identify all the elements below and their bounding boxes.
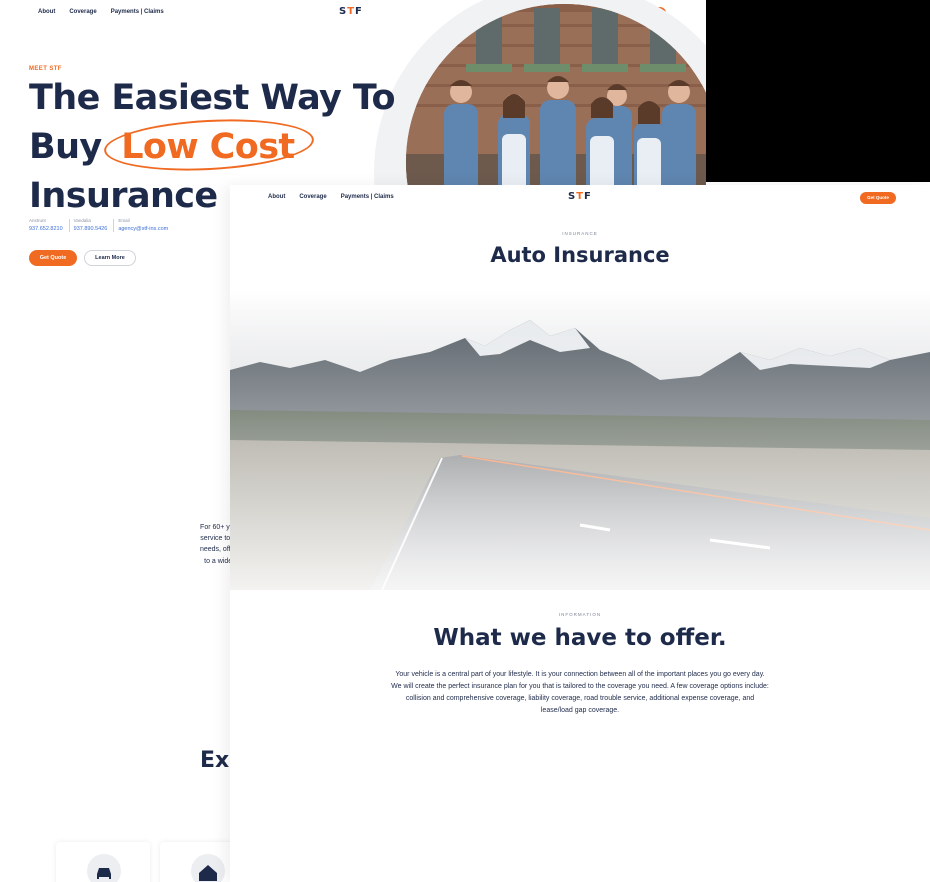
blank-area	[706, 0, 930, 182]
auto-insurance-page: About Coverage Payments | Claims STF Get…	[230, 185, 930, 882]
car-icon	[87, 854, 121, 882]
stf-logo[interactable]: STF	[339, 6, 363, 17]
coverage-card-auto[interactable]	[56, 842, 150, 882]
contact-email[interactable]: Email agency@stf-ins.com	[113, 218, 168, 232]
nav-coverage[interactable]: Coverage	[69, 9, 96, 15]
info-eyebrow: INFORMATION	[558, 612, 602, 617]
home-nav: About Coverage Payments | Claims	[38, 9, 164, 15]
contact-anstrunt[interactable]: Anstrunt 937.652.8210	[29, 218, 63, 232]
nav-about[interactable]: About	[38, 9, 55, 15]
hero-title-line-3: Insurance	[29, 176, 218, 216]
stf-logo[interactable]: STF	[568, 191, 592, 202]
section-heading-partial: Ex	[200, 748, 230, 773]
get-quote-button[interactable]: Get Quote	[860, 192, 896, 204]
screenshot-stage: About Coverage Payments | Claims STF Get…	[0, 0, 930, 882]
page-eyebrow: INSURANCE	[562, 231, 598, 236]
page-title: Auto Insurance	[490, 243, 670, 267]
contact-info-row: Anstrunt 937.652.8210 Vandalia 937.890.5…	[29, 218, 168, 232]
nav-about[interactable]: About	[268, 194, 285, 200]
nav-coverage[interactable]: Coverage	[299, 194, 326, 200]
house-icon	[191, 854, 225, 882]
offer-title: What we have to offer.	[433, 625, 727, 651]
contact-vandalia[interactable]: Vandalia 937.890.5426	[68, 218, 107, 232]
auto-nav: About Coverage Payments | Claims	[268, 194, 394, 200]
nav-payments-claims[interactable]: Payments | Claims	[111, 9, 164, 15]
hero-eyebrow: MEET STF	[29, 66, 62, 72]
hero-get-quote-button[interactable]: Get Quote	[29, 250, 77, 266]
hero-learn-more-button[interactable]: Learn More	[84, 250, 136, 266]
nav-payments-claims[interactable]: Payments | Claims	[341, 194, 394, 200]
hero-title-line-1: The Easiest Way To	[29, 78, 396, 118]
mountain-road-hero-image	[230, 290, 930, 591]
offer-body: Your vehicle is a central part of your l…	[391, 671, 769, 714]
